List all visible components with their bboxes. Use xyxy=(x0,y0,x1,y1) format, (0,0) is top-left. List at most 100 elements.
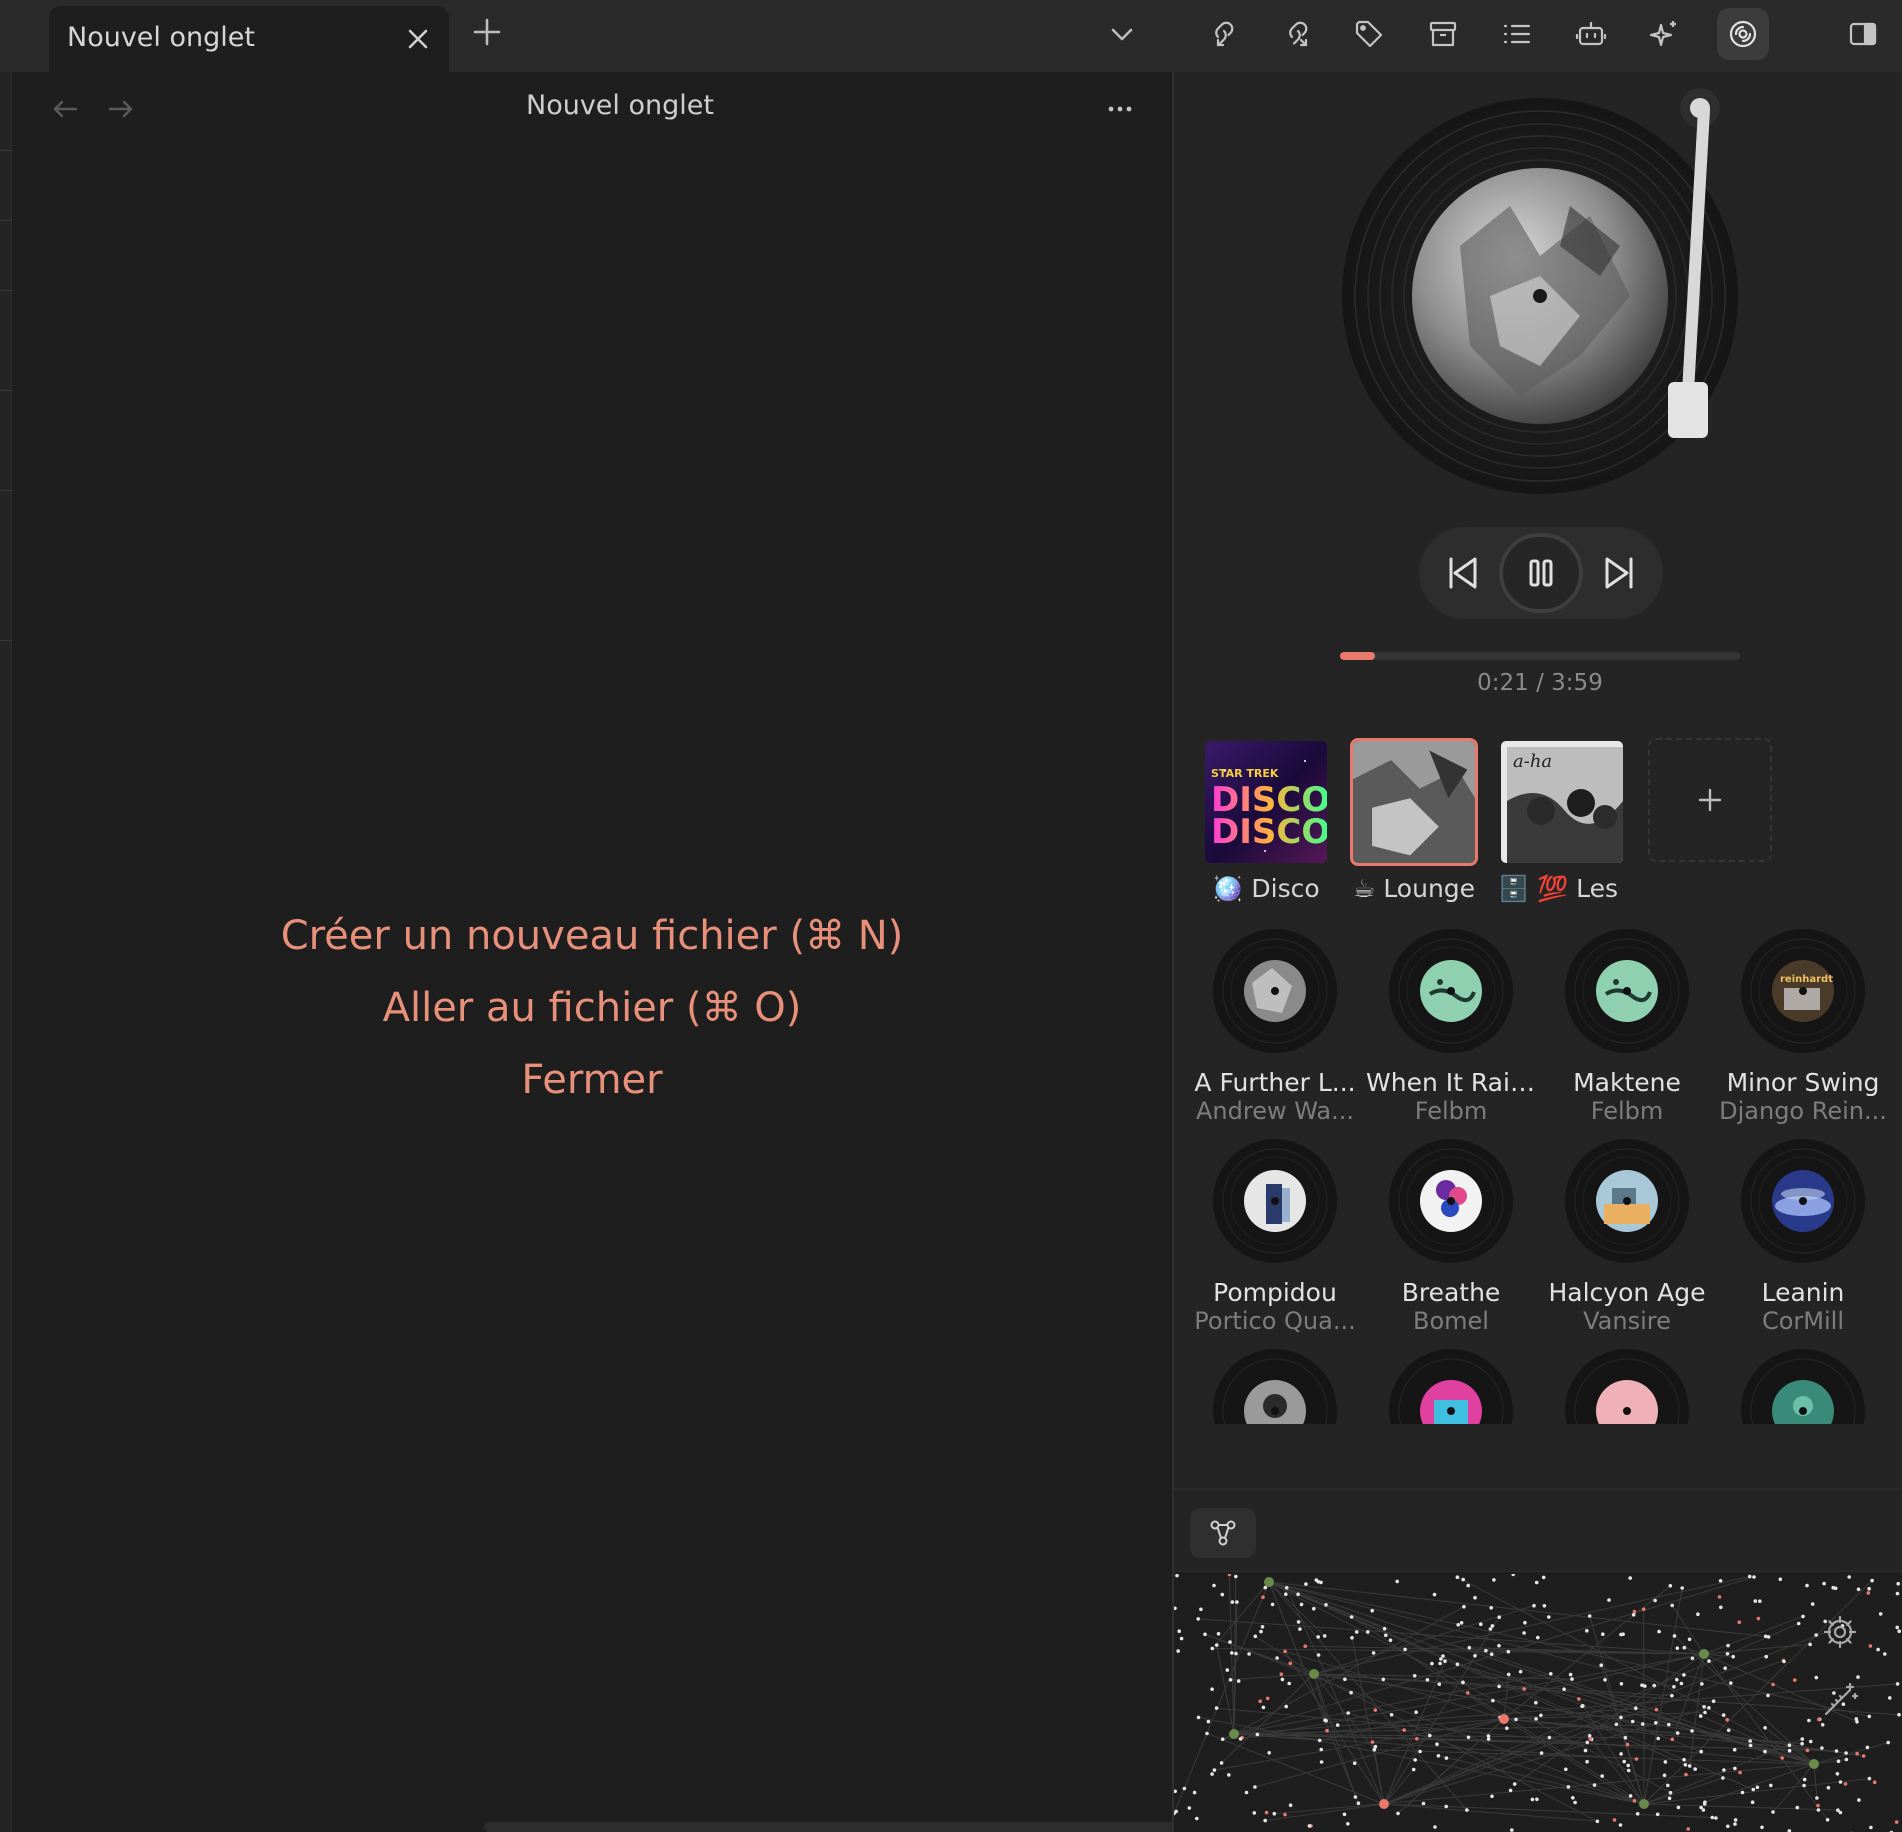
graph-node[interactable] xyxy=(1535,1797,1539,1802)
outgoing-links-icon[interactable] xyxy=(1273,12,1317,56)
graph-node[interactable] xyxy=(1395,1579,1399,1584)
graph-node[interactable] xyxy=(1411,1767,1416,1772)
graph-node[interactable] xyxy=(1687,1637,1692,1642)
graph-node[interactable] xyxy=(1421,1801,1426,1806)
graph-node[interactable] xyxy=(1234,1574,1238,1579)
graph-node[interactable] xyxy=(1466,1735,1471,1740)
graph-node[interactable] xyxy=(1844,1751,1848,1755)
graph-node[interactable] xyxy=(1856,1587,1861,1592)
graph-node[interactable] xyxy=(1656,1736,1660,1741)
arrow-right-icon[interactable] xyxy=(106,94,136,124)
music-player-icon[interactable] xyxy=(1717,8,1769,60)
graph-node[interactable] xyxy=(1205,1731,1209,1736)
close-link[interactable]: Fermer xyxy=(200,1044,984,1116)
graph-node[interactable] xyxy=(1210,1646,1215,1651)
backlinks-icon[interactable] xyxy=(1199,12,1243,56)
graph-node[interactable] xyxy=(1430,1661,1434,1666)
graph-node[interactable] xyxy=(1787,1748,1792,1753)
graph-node[interactable] xyxy=(1508,1788,1513,1793)
graph-node[interactable] xyxy=(1264,1810,1269,1815)
graph-node[interactable] xyxy=(1288,1803,1293,1807)
graph-node[interactable] xyxy=(1176,1649,1180,1653)
collapsed-sidebar-edge[interactable] xyxy=(0,72,12,1832)
graph-hub-node[interactable] xyxy=(1309,1669,1319,1679)
graph-node[interactable] xyxy=(1212,1583,1216,1588)
graph-node[interactable] xyxy=(1518,1669,1523,1674)
graph-node[interactable] xyxy=(1196,1617,1200,1621)
graph-node[interactable] xyxy=(1760,1825,1764,1830)
graph-node[interactable] xyxy=(1439,1657,1443,1661)
graph-node[interactable] xyxy=(1717,1595,1722,1599)
graph-node[interactable] xyxy=(1763,1634,1768,1639)
graph-node[interactable] xyxy=(1492,1578,1496,1582)
graph-node[interactable] xyxy=(1870,1578,1874,1583)
chevron-down-icon[interactable] xyxy=(1106,18,1138,50)
graph-node[interactable] xyxy=(1514,1717,1518,1722)
graph-node[interactable] xyxy=(1212,1768,1217,1772)
graph-node[interactable] xyxy=(1747,1574,1752,1579)
graph-node[interactable] xyxy=(1261,1595,1265,1599)
graph-node[interactable] xyxy=(1731,1654,1735,1659)
graph-node[interactable] xyxy=(1196,1715,1201,1720)
graph-node[interactable] xyxy=(1373,1744,1378,1749)
graph-node[interactable] xyxy=(1230,1651,1234,1655)
graph-node[interactable] xyxy=(1753,1599,1758,1603)
graph-node[interactable] xyxy=(1353,1795,1358,1799)
graph-node[interactable] xyxy=(1698,1714,1703,1718)
graph-node[interactable] xyxy=(1822,1581,1826,1586)
graph-node[interactable] xyxy=(1253,1634,1258,1639)
graph-node[interactable] xyxy=(1838,1810,1843,1815)
graph-node[interactable] xyxy=(1319,1760,1324,1764)
graph-node[interactable] xyxy=(1672,1634,1677,1638)
graph-node[interactable] xyxy=(1652,1683,1656,1688)
graph-node[interactable] xyxy=(1418,1749,1422,1754)
graph-node[interactable] xyxy=(1726,1824,1730,1829)
archive-icon[interactable] xyxy=(1421,12,1465,56)
graph-node[interactable] xyxy=(1683,1763,1688,1767)
graph-node[interactable] xyxy=(1370,1740,1375,1744)
graph-node[interactable] xyxy=(1619,1752,1623,1756)
graph-node[interactable] xyxy=(1701,1808,1706,1812)
create-file-link[interactable]: Créer un nouveau fichier (⌘ N) xyxy=(200,900,984,972)
graph-node[interactable] xyxy=(1844,1757,1849,1762)
graph-node[interactable] xyxy=(1461,1577,1465,1582)
graph-node[interactable] xyxy=(1428,1733,1432,1738)
graph-node[interactable] xyxy=(1324,1603,1328,1607)
graph-hub-node[interactable] xyxy=(1699,1649,1709,1659)
graph-node[interactable] xyxy=(1252,1811,1257,1815)
graph-node[interactable] xyxy=(1662,1773,1667,1778)
graph-node[interactable] xyxy=(1283,1649,1287,1654)
graph-node[interactable] xyxy=(1733,1818,1738,1822)
graph-node[interactable] xyxy=(1719,1605,1723,1610)
graph-node[interactable] xyxy=(1802,1783,1806,1788)
graph-node[interactable] xyxy=(1676,1805,1681,1810)
tag-icon[interactable] xyxy=(1347,12,1391,56)
graph-node[interactable] xyxy=(1670,1737,1675,1742)
graph-node[interactable] xyxy=(1888,1696,1892,1700)
graph-node[interactable] xyxy=(1522,1687,1526,1691)
graph-node[interactable] xyxy=(1382,1626,1387,1631)
graph-node[interactable] xyxy=(1619,1715,1623,1720)
graph-node[interactable] xyxy=(1866,1591,1871,1595)
graph-node[interactable] xyxy=(1699,1749,1703,1754)
graph-node[interactable] xyxy=(1721,1776,1725,1780)
graph-node[interactable] xyxy=(1682,1645,1687,1650)
graph-node[interactable] xyxy=(1187,1806,1192,1810)
graph-node[interactable] xyxy=(1174,1789,1177,1794)
goto-file-link[interactable]: Aller au fichier (⌘ O) xyxy=(200,972,984,1044)
graph-node[interactable] xyxy=(1771,1810,1775,1814)
graph-node[interactable] xyxy=(1641,1607,1646,1611)
graph-node[interactable] xyxy=(1687,1764,1692,1768)
graph-node[interactable] xyxy=(1847,1575,1851,1579)
graph-node[interactable] xyxy=(1682,1673,1686,1677)
graph-node[interactable] xyxy=(1547,1735,1552,1740)
graph-node[interactable] xyxy=(1384,1633,1388,1638)
graph-node[interactable] xyxy=(1682,1757,1686,1762)
track-vinyl[interactable] xyxy=(1740,1348,1866,1428)
graph-node[interactable] xyxy=(1867,1776,1872,1781)
graph-node[interactable] xyxy=(1456,1623,1460,1627)
graph-node[interactable] xyxy=(1539,1751,1544,1755)
graph-node[interactable] xyxy=(1506,1649,1511,1654)
graph-node[interactable] xyxy=(1865,1745,1870,1750)
graph-node[interactable] xyxy=(1316,1653,1321,1657)
